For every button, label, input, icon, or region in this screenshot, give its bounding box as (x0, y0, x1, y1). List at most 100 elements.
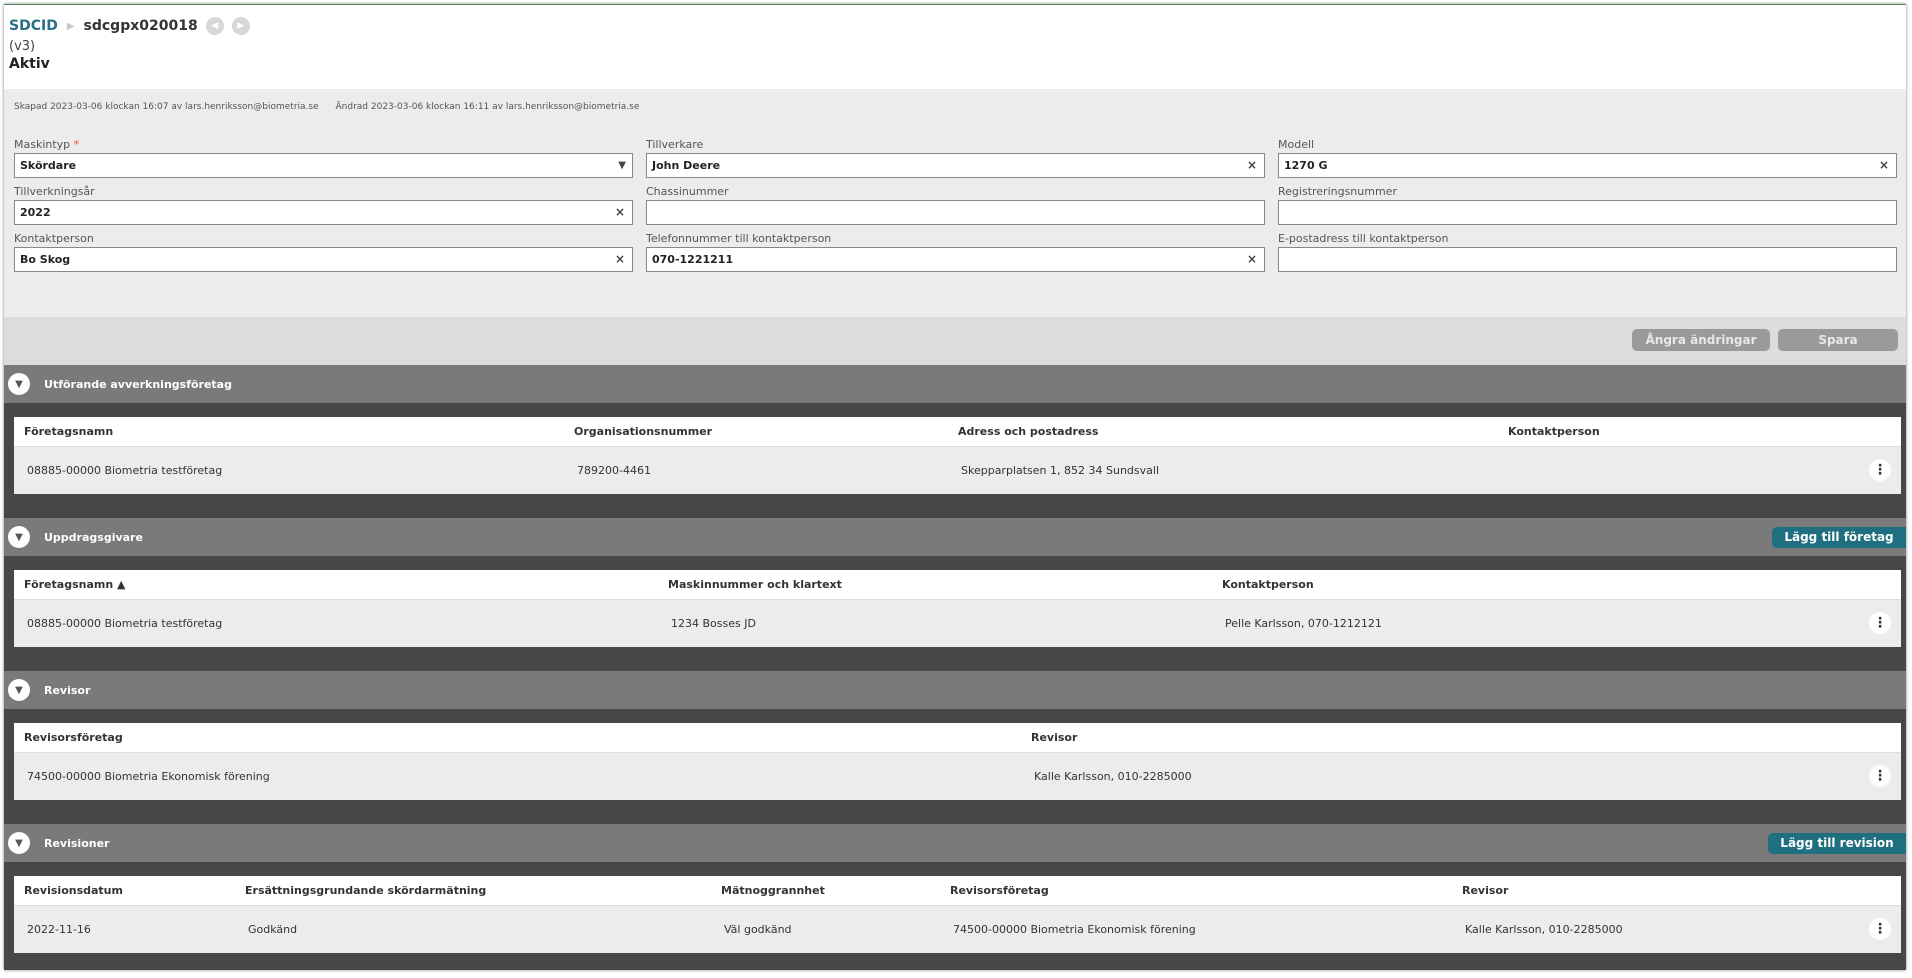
column-header[interactable]: Mätnoggrannhet (721, 876, 825, 906)
clear-icon[interactable]: × (1247, 248, 1257, 271)
utforande-table: Företagsnamn Organisationsnummer Adress … (14, 417, 1901, 494)
column-header[interactable]: Revisorsföretag (950, 876, 1049, 906)
clear-icon[interactable]: × (615, 201, 625, 224)
table-row[interactable]: 2022-11-16 Godkänd Väl godkänd 74500-000… (14, 906, 1901, 953)
section-utforande: ▼ Utförande avverkningsföretag Företagsn… (4, 365, 1906, 518)
table-row[interactable]: 08885-00000 Biometria testföretag 1234 B… (14, 600, 1901, 647)
table-cell: 08885-00000 Biometria testföretag (27, 617, 223, 630)
dropdown-arrow-icon[interactable]: ▼ (618, 154, 626, 177)
kontaktperson-field: Kontaktperson Bo Skog × (14, 232, 633, 272)
column-header[interactable]: Organisationsnummer (574, 417, 712, 447)
table-cell: 08885-00000 Biometria testföretag (27, 464, 223, 477)
app-frame: SDCID ▶ sdcgpx020018 ◀ ▶ (v3) Aktiv Skap… (4, 4, 1906, 970)
tillverkningsar-input[interactable]: 2022 × (14, 200, 633, 225)
table-header: Företagsnamn Organisationsnummer Adress … (14, 417, 1901, 447)
section-revisor: ▼ Revisor Revisorsföretag Revisor 74500-… (4, 671, 1906, 824)
column-header[interactable]: Revisorsföretag (24, 723, 123, 753)
required-mark: * (73, 138, 80, 151)
collapse-toggle-icon[interactable]: ▼ (8, 373, 30, 395)
clear-icon[interactable]: × (615, 248, 625, 271)
telefon-input[interactable]: 070-1221211 × (646, 247, 1265, 272)
column-header[interactable]: Revisor (1462, 876, 1508, 906)
breadcrumb: SDCID ▶ sdcgpx020018 ◀ ▶ (9, 15, 1901, 37)
status-label: Aktiv (9, 56, 50, 72)
action-bar: Ångra ändringar Spara (4, 317, 1906, 365)
table-cell: Godkänd (248, 923, 298, 936)
table-cell: Väl godkänd (724, 923, 792, 936)
column-header[interactable]: Ersättningsgrundande skördarmätning (245, 876, 486, 906)
table-cell: 789200-4461 (577, 464, 651, 477)
clear-icon[interactable]: × (1247, 154, 1257, 177)
breadcrumb-root-link[interactable]: SDCID (9, 18, 58, 34)
epost-label: E-postadress till kontaktperson (1278, 232, 1449, 245)
table-header: Revisionsdatum Ersättningsgrundande skör… (14, 876, 1901, 906)
row-menu-icon[interactable]: ⋮ (1869, 765, 1891, 787)
table-cell: 74500-00000 Biometria Ekonomisk förening (27, 770, 270, 783)
table-cell: Kalle Karlsson, 010-2285000 (1034, 770, 1192, 783)
version-label: (v3) (9, 39, 36, 54)
section-header: ▼ Revisor (4, 671, 1906, 709)
tillverkare-label: Tillverkare (646, 138, 704, 151)
table-header: Företagsnamn ▲ Maskinnummer och klartext… (14, 570, 1901, 600)
table-cell: 2022-11-16 (27, 923, 91, 936)
section-title: Revisioner (44, 836, 110, 850)
chassinummer-input[interactable] (646, 200, 1265, 225)
maskintyp-select[interactable]: Skördare ▼ (14, 153, 633, 178)
uppdragsgivare-table: Företagsnamn ▲ Maskinnummer och klartext… (14, 570, 1901, 647)
clear-icon[interactable]: × (1879, 154, 1889, 177)
column-header[interactable]: Kontaktperson (1222, 570, 1314, 600)
collapse-toggle-icon[interactable]: ▼ (8, 526, 30, 548)
row-menu-icon[interactable]: ⋮ (1869, 612, 1891, 634)
revisor-table: Revisorsföretag Revisor 74500-00000 Biom… (14, 723, 1901, 800)
page-header: SDCID ▶ sdcgpx020018 ◀ ▶ (v3) Aktiv (4, 5, 1906, 89)
chassinummer-label: Chassinummer (646, 185, 729, 198)
collapse-toggle-icon[interactable]: ▼ (8, 679, 30, 701)
table-cell: Pelle Karlsson, 070-1212121 (1225, 617, 1382, 630)
section-header: ▼ Uppdragsgivare Lägg till företag (4, 518, 1906, 556)
machine-form: Skapad 2023-03-06 klockan 16:07 av lars.… (4, 89, 1906, 317)
tillverkningsar-label: Tillverkningsår (14, 185, 95, 198)
section-header: ▼ Revisioner Lägg till revision (4, 824, 1906, 862)
registreringsnummer-field: Registreringsnummer (1278, 185, 1897, 225)
modell-label: Modell (1278, 138, 1315, 151)
add-company-button[interactable]: Lägg till företag (1772, 527, 1906, 548)
section-uppdragsgivare: ▼ Uppdragsgivare Lägg till företag Föret… (4, 518, 1906, 671)
epost-field: E-postadress till kontaktperson (1278, 232, 1897, 272)
column-header-sorted[interactable]: Företagsnamn ▲ (24, 570, 125, 600)
table-row[interactable]: 74500-00000 Biometria Ekonomisk förening… (14, 753, 1901, 800)
column-header[interactable]: Adress och postadress (958, 417, 1098, 447)
column-header[interactable]: Maskinnummer och klartext (668, 570, 842, 600)
section-revisioner: ▼ Revisioner Lägg till revision Revision… (4, 824, 1906, 970)
registreringsnummer-input[interactable] (1278, 200, 1897, 225)
save-button[interactable]: Spara (1778, 329, 1898, 351)
row-menu-icon[interactable]: ⋮ (1869, 918, 1891, 940)
add-revision-button[interactable]: Lägg till revision (1768, 833, 1906, 854)
next-version-icon[interactable]: ▶ (231, 17, 250, 35)
kontaktperson-input[interactable]: Bo Skog × (14, 247, 633, 272)
telefon-label: Telefonnummer till kontaktperson (646, 232, 832, 245)
column-header[interactable]: Revisor (1031, 723, 1077, 753)
table-header: Revisorsföretag Revisor (14, 723, 1901, 753)
previous-version-icon[interactable]: ◀ (205, 17, 224, 35)
section-header: ▼ Utförande avverkningsföretag (4, 365, 1906, 403)
breadcrumb-current: sdcgpx020018 (83, 18, 198, 34)
epost-input[interactable] (1278, 247, 1897, 272)
modell-input[interactable]: 1270 G × (1278, 153, 1897, 178)
maskintyp-field: Maskintyp * Skördare ▼ (14, 138, 633, 178)
section-title: Utförande avverkningsföretag (44, 377, 232, 391)
registreringsnummer-label: Registreringsnummer (1278, 185, 1397, 198)
maskintyp-label: Maskintyp * (14, 138, 80, 151)
column-header[interactable]: Företagsnamn (24, 417, 113, 447)
table-row[interactable]: 08885-00000 Biometria testföretag 789200… (14, 447, 1901, 494)
table-cell: 74500-00000 Biometria Ekonomisk förening (953, 923, 1196, 936)
column-header[interactable]: Revisionsdatum (24, 876, 123, 906)
table-cell: Kalle Karlsson, 010-2285000 (1465, 923, 1623, 936)
row-menu-icon[interactable]: ⋮ (1869, 459, 1891, 481)
revisioner-table: Revisionsdatum Ersättningsgrundande skör… (14, 876, 1901, 953)
undo-changes-button[interactable]: Ångra ändringar (1632, 329, 1770, 351)
tillverkare-field: Tillverkare John Deere × (646, 138, 1265, 178)
column-header[interactable]: Kontaktperson (1508, 417, 1600, 447)
collapse-toggle-icon[interactable]: ▼ (8, 832, 30, 854)
tillverkare-input[interactable]: John Deere × (646, 153, 1265, 178)
section-title: Revisor (44, 683, 91, 697)
